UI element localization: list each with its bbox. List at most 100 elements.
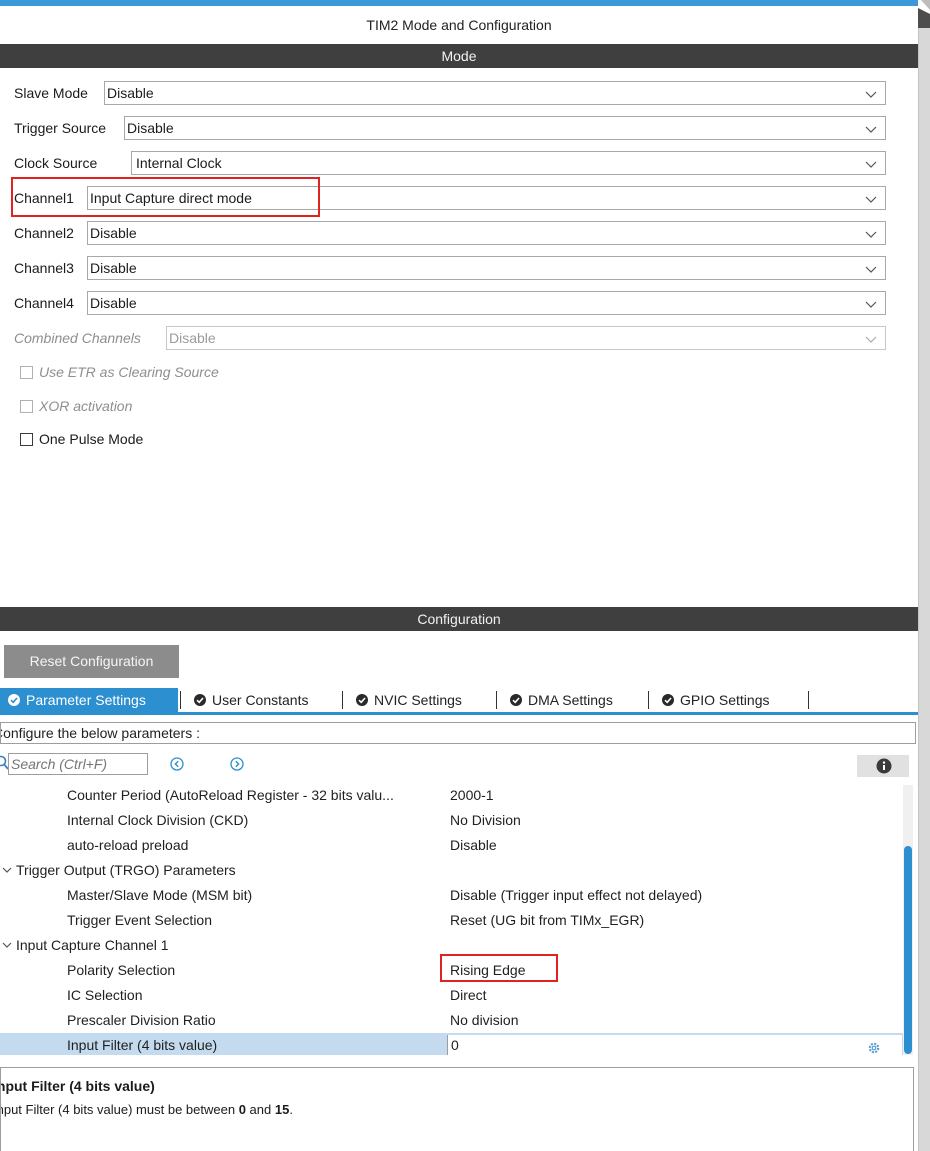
channel2-value: Disable xyxy=(90,225,137,241)
param-value: Rising Edge xyxy=(450,962,526,978)
tab-dma-settings[interactable]: DMA Settings xyxy=(498,688,646,712)
channel3-select[interactable]: Disable xyxy=(87,256,886,280)
chevron-down-icon xyxy=(865,299,877,309)
param-row-polarity[interactable]: Polarity Selection Rising Edge xyxy=(0,958,903,983)
top-accent-bar xyxy=(0,0,918,6)
param-name: Input Filter (4 bits value) xyxy=(67,1037,218,1053)
tab-separator xyxy=(808,691,809,709)
param-group-trgo[interactable]: Trigger Output (TRGO) Parameters xyxy=(0,858,903,883)
tab-gpio-settings[interactable]: GPIO Settings xyxy=(650,688,808,712)
slave-mode-select[interactable]: Disable xyxy=(104,81,886,105)
configuration-section-header: Configuration xyxy=(0,607,918,631)
param-value: Disable (Trigger input effect not delaye… xyxy=(450,887,703,903)
configure-prompt: Configure the below parameters : xyxy=(0,722,916,744)
tab-user-constants[interactable]: User Constants xyxy=(182,688,342,712)
chevron-down-icon xyxy=(865,264,877,274)
param-value: No Division xyxy=(450,812,521,828)
trigger-source-select[interactable]: Disable xyxy=(124,116,886,140)
description-text-mid: and xyxy=(245,1102,275,1117)
right-panel-edge[interactable] xyxy=(918,28,930,1151)
slave-mode-label: Slave Mode xyxy=(14,85,88,101)
tab-separator xyxy=(648,691,649,709)
use-etr-label: Use ETR as Clearing Source xyxy=(39,364,219,380)
chevron-down-icon[interactable] xyxy=(2,858,12,883)
one-pulse-mode-label[interactable]: One Pulse Mode xyxy=(39,431,143,447)
parameter-scrollbar-thumb[interactable] xyxy=(904,846,912,1054)
description-panel: Input Filter (4 bits value) Input Filter… xyxy=(0,1067,914,1151)
param-value: 2000-1 xyxy=(450,787,494,803)
tab-parameter-settings[interactable]: Parameter Settings xyxy=(0,688,178,712)
tab-separator xyxy=(496,691,497,709)
param-group-name: Input Capture Channel 1 xyxy=(16,937,169,953)
param-name: auto-reload preload xyxy=(67,837,189,853)
param-row-clock-division[interactable]: Internal Clock Division (CKD) No Divisio… xyxy=(0,808,903,833)
clock-source-value: Internal Clock xyxy=(136,155,222,171)
channel1-value: Input Capture direct mode xyxy=(90,190,252,206)
param-name: Trigger Event Selection xyxy=(67,912,212,928)
configuration-section-title: Configuration xyxy=(417,611,501,627)
param-name: Prescaler Division Ratio xyxy=(67,1012,216,1028)
mode-section-header: Mode xyxy=(0,44,918,68)
tab-parameter-settings-label: Parameter Settings xyxy=(26,692,146,708)
param-group-header: Input Capture Channel 1 xyxy=(2,933,169,958)
check-circle-icon xyxy=(356,694,368,706)
settings-tab-strip: Parameter Settings User Constants NVIC S… xyxy=(0,688,918,715)
input-filter-field[interactable]: 0 xyxy=(447,1035,902,1055)
tab-user-constants-label: User Constants xyxy=(212,692,309,708)
param-group-name: Trigger Output (TRGO) Parameters xyxy=(16,862,236,878)
check-circle-icon xyxy=(8,694,20,706)
param-name: IC Selection xyxy=(67,987,143,1003)
trigger-source-row: Trigger Source Disable xyxy=(0,115,890,141)
clock-source-row: Clock Source Internal Clock xyxy=(0,150,890,176)
channel4-select[interactable]: Disable xyxy=(87,291,886,315)
clock-source-select[interactable]: Internal Clock xyxy=(131,151,886,175)
combined-channels-select: Disable xyxy=(166,326,886,350)
reset-configuration-button[interactable]: Reset Configuration xyxy=(4,645,179,678)
chevron-down-icon xyxy=(865,334,877,344)
param-group-input-capture[interactable]: Input Capture Channel 1 xyxy=(0,933,903,958)
channel3-value: Disable xyxy=(90,260,137,276)
tab-nvic-settings[interactable]: NVIC Settings xyxy=(344,688,494,712)
circle-chevron-right-icon[interactable] xyxy=(230,757,244,774)
description-text-after: . xyxy=(289,1102,293,1117)
xor-activation-checkbox xyxy=(20,399,33,413)
chevron-down-icon xyxy=(865,229,877,239)
check-circle-icon xyxy=(510,694,522,706)
one-pulse-mode-checkbox[interactable] xyxy=(20,432,33,446)
param-row-prescaler[interactable]: Prescaler Division Ratio No division xyxy=(0,1008,903,1033)
tab-gpio-settings-label: GPIO Settings xyxy=(680,692,770,708)
param-row-trigger-event[interactable]: Trigger Event Selection Reset (UG bit fr… xyxy=(0,908,903,933)
circle-chevron-left-icon[interactable] xyxy=(170,757,184,774)
param-value: Direct xyxy=(450,987,487,1003)
param-row-msm-bit[interactable]: Master/Slave Mode (MSM bit) Disable (Tri… xyxy=(0,883,903,908)
channel2-select[interactable]: Disable xyxy=(87,221,886,245)
param-row-input-filter[interactable]: Input Filter (4 bits value) 0 xyxy=(0,1033,903,1055)
trigger-source-label: Trigger Source xyxy=(14,120,107,136)
chevron-down-icon[interactable] xyxy=(2,933,12,958)
tab-nvic-settings-label: NVIC Settings xyxy=(374,692,462,708)
slave-mode-value: Disable xyxy=(107,85,154,101)
channel4-label: Channel4 xyxy=(14,295,74,311)
parameter-list[interactable]: Counter Period (AutoReload Register - 32… xyxy=(0,783,903,1055)
tab-separator xyxy=(180,691,181,709)
tab-separator xyxy=(342,691,343,709)
one-pulse-mode-checkbox-row[interactable]: One Pulse Mode xyxy=(20,428,143,450)
search-input[interactable] xyxy=(8,753,148,775)
param-name: Internal Clock Division (CKD) xyxy=(67,812,249,828)
combined-channels-row: Combined Channels Disable xyxy=(0,325,890,351)
param-row-counter-period[interactable]: Counter Period (AutoReload Register - 32… xyxy=(0,783,903,808)
configure-prompt-text: Configure the below parameters : xyxy=(0,725,200,741)
clock-source-label: Clock Source xyxy=(14,155,98,171)
chevron-down-icon xyxy=(865,159,877,169)
param-value: Reset (UG bit from TIMx_EGR) xyxy=(450,912,645,928)
param-row-ic-selection[interactable]: IC Selection Direct xyxy=(0,983,903,1008)
channel1-select[interactable]: Input Capture direct mode xyxy=(87,186,886,210)
param-group-header: Trigger Output (TRGO) Parameters xyxy=(2,858,236,883)
description-text: Input Filter (4 bits value) must be betw… xyxy=(1,1102,293,1117)
gear-icon[interactable] xyxy=(867,1038,881,1055)
param-value: No division xyxy=(450,1012,519,1028)
info-icon[interactable] xyxy=(876,758,892,777)
channel1-row: Channel1 Input Capture direct mode xyxy=(0,185,890,211)
check-circle-icon xyxy=(194,694,206,706)
param-row-auto-reload[interactable]: auto-reload preload Disable xyxy=(0,833,903,858)
